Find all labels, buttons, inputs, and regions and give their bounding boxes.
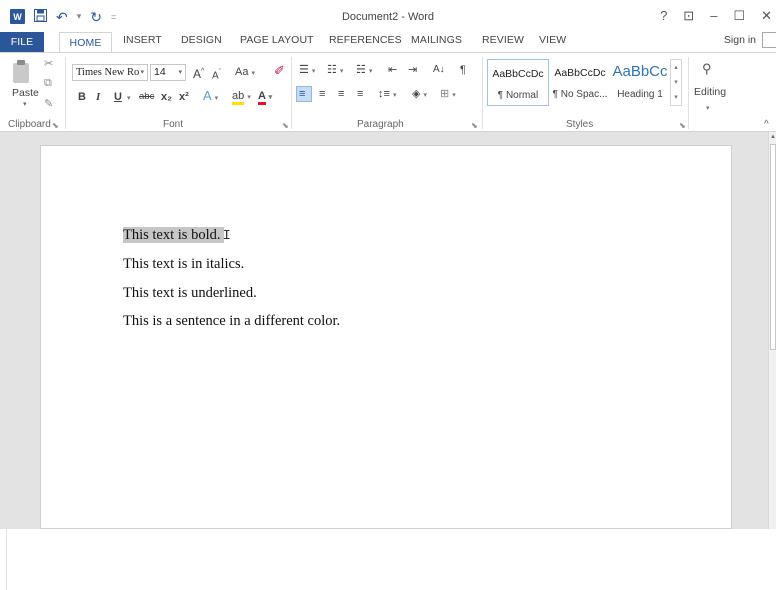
font-group-label: Font xyxy=(163,119,184,130)
sort-button[interactable]: A↓ xyxy=(433,63,445,77)
collapse-ribbon-icon[interactable]: ^ xyxy=(764,119,769,130)
tab-insert[interactable]: INSERT xyxy=(123,34,162,46)
sign-in-link[interactable]: Sign in xyxy=(724,34,756,46)
style-normal[interactable]: AaBbCcDc ¶ Normal xyxy=(487,59,549,106)
style-heading-1[interactable]: AaBbCc Heading 1 xyxy=(611,59,669,106)
highlight-color-button[interactable]: ab ▾ xyxy=(232,89,251,105)
style-name: ¶ No Spac... xyxy=(552,89,608,100)
clipboard-launcher-icon[interactable]: ⬊ xyxy=(52,121,59,130)
help-button[interactable]: ? xyxy=(660,8,667,24)
font-launcher-icon[interactable]: ⬊ xyxy=(282,121,289,130)
font-size-combobox[interactable]: 14 ▾ xyxy=(150,64,186,81)
show-formatting-marks-button[interactable]: ¶ xyxy=(460,63,466,77)
style-no-spacing[interactable]: AaBbCcDc ¶ No Spac... xyxy=(549,59,611,106)
styles-group-label: Styles xyxy=(566,119,594,130)
maximize-button[interactable]: ☐ xyxy=(733,8,745,24)
bullets-button[interactable]: ☰ ▾ xyxy=(299,63,315,79)
shrink-font-button[interactable]: Aˇ xyxy=(212,66,221,83)
align-left-icon: ≡ xyxy=(299,88,306,100)
chevron-down-icon: ▾ xyxy=(178,69,182,76)
decrease-indent-button[interactable]: ⇤ xyxy=(388,63,397,77)
style-name: ¶ Normal xyxy=(497,90,539,101)
style-sample: AaBbCcDc xyxy=(554,67,606,79)
styles-launcher-icon[interactable]: ⬊ xyxy=(679,121,686,130)
font-name-value: Times New Ro xyxy=(76,67,140,78)
center-button[interactable]: ≡ xyxy=(319,87,325,101)
document-line-bold[interactable]: This text is bold. I xyxy=(123,227,231,244)
group-divider xyxy=(65,57,66,129)
blank-region xyxy=(0,529,776,590)
italic-button[interactable]: I xyxy=(96,90,100,104)
style-name: Heading 1 xyxy=(617,89,663,100)
vertical-scrollbar[interactable]: ▲ xyxy=(768,132,776,529)
borders-button[interactable]: ⊞ ▾ xyxy=(440,87,456,103)
numbering-button[interactable]: ☷ ▾ xyxy=(327,63,343,79)
tab-references[interactable]: REFERENCES xyxy=(329,34,402,46)
font-size-value: 14 xyxy=(154,66,166,78)
close-button[interactable]: ✕ xyxy=(761,8,772,24)
document-line-italics[interactable]: This text is in italics. xyxy=(123,256,244,273)
editing-button[interactable]: Editing xyxy=(694,86,726,98)
scroll-up-icon[interactable]: ▲ xyxy=(769,134,776,140)
font-name-combobox[interactable]: Times New Ro ▾ xyxy=(72,64,148,81)
justify-button[interactable]: ≡ xyxy=(357,87,363,101)
window-controls: ? ⊡ – ☐ ✕ xyxy=(660,8,772,24)
style-sample: AaBbCcDc xyxy=(492,68,544,80)
multilevel-list-button[interactable]: ☵ ▾ xyxy=(356,63,372,79)
search-icon[interactable] xyxy=(762,32,776,48)
styles-gallery-scroll[interactable]: ▴ ▾ ▾ xyxy=(670,59,682,106)
group-divider xyxy=(482,57,483,129)
strikethrough-button[interactable]: abc xyxy=(139,90,154,104)
tab-file[interactable]: FILE xyxy=(0,32,44,52)
paste-icon[interactable] xyxy=(10,59,32,85)
font-color-button[interactable]: A ▾ xyxy=(258,89,272,105)
bold-button[interactable]: B xyxy=(78,90,86,104)
clipboard-group-label: Clipboard xyxy=(8,119,51,130)
line-spacing-button[interactable]: ↕≡ ▾ xyxy=(378,87,397,103)
binoculars-icon[interactable]: ⚲ xyxy=(702,61,712,77)
underline-dropdown-icon[interactable]: ▾ xyxy=(127,90,131,106)
group-divider xyxy=(688,57,689,129)
style-sample: AaBbCc xyxy=(612,63,668,80)
paste-button[interactable]: Paste xyxy=(12,87,39,99)
tab-review[interactable]: REVIEW xyxy=(482,34,524,46)
ribbon-display-options-button[interactable]: ⊡ xyxy=(683,8,694,24)
tab-page-layout[interactable]: PAGE LAYOUT xyxy=(240,34,314,46)
paragraph-launcher-icon[interactable]: ⬊ xyxy=(471,121,478,130)
tab-design[interactable]: DESIGN xyxy=(181,34,222,46)
cut-icon[interactable]: ✂ xyxy=(44,57,53,70)
grow-font-button[interactable]: A^ xyxy=(193,65,204,81)
selected-text[interactable]: This text is bold. xyxy=(123,227,225,243)
format-painter-icon[interactable]: ✎ xyxy=(44,97,53,110)
paragraph-group-label: Paragraph xyxy=(357,119,404,130)
clear-formatting-icon[interactable]: ✐ xyxy=(274,64,285,78)
underline-button[interactable]: U xyxy=(114,90,122,104)
align-right-button[interactable]: ≡ xyxy=(338,87,344,101)
increase-indent-button[interactable]: ⇥ xyxy=(408,63,417,77)
paste-dropdown-icon[interactable]: ▾ xyxy=(23,100,27,108)
text-cursor-icon: I xyxy=(222,228,231,244)
editing-dropdown-icon[interactable]: ▾ xyxy=(706,100,710,116)
window-edge xyxy=(6,529,7,590)
tab-view[interactable]: VIEW xyxy=(539,34,566,46)
tab-home[interactable]: HOME xyxy=(59,32,112,53)
text-effects-button[interactable]: A ▾ xyxy=(203,89,218,106)
title-bar: W ↶ ▾ ↻ = Document2 - Word ? ⊡ – ☐ ✕ xyxy=(0,0,776,32)
document-area: This text is bold. I This text is in ital… xyxy=(0,132,768,529)
document-line-color[interactable]: This is a sentence in a different color. xyxy=(123,313,340,330)
ribbon-home: Paste ▾ ✂ ⧉ ✎ Clipboard ⬊ Times New Ro ▾ … xyxy=(0,52,776,132)
minimize-button[interactable]: – xyxy=(710,8,717,24)
document-page[interactable]: This text is bold. I This text is in ital… xyxy=(40,145,732,529)
subscript-button[interactable]: x₂ xyxy=(161,90,172,104)
ribbon-tabs: FILE HOME INSERT DESIGN PAGE LAYOUT REFE… xyxy=(0,32,776,53)
change-case-button[interactable]: Aa ▾ xyxy=(235,65,255,81)
chevron-down-icon: ▾ xyxy=(140,68,144,76)
superscript-button[interactable]: x² xyxy=(179,90,189,104)
scrollbar-thumb[interactable] xyxy=(770,144,776,350)
document-line-underlined[interactable]: This text is underlined. xyxy=(123,285,257,302)
copy-icon[interactable]: ⧉ xyxy=(44,77,52,90)
group-divider xyxy=(291,57,292,129)
tab-mailings[interactable]: MAILINGS xyxy=(411,34,462,46)
shading-button[interactable]: ◈ ▾ xyxy=(412,87,427,103)
